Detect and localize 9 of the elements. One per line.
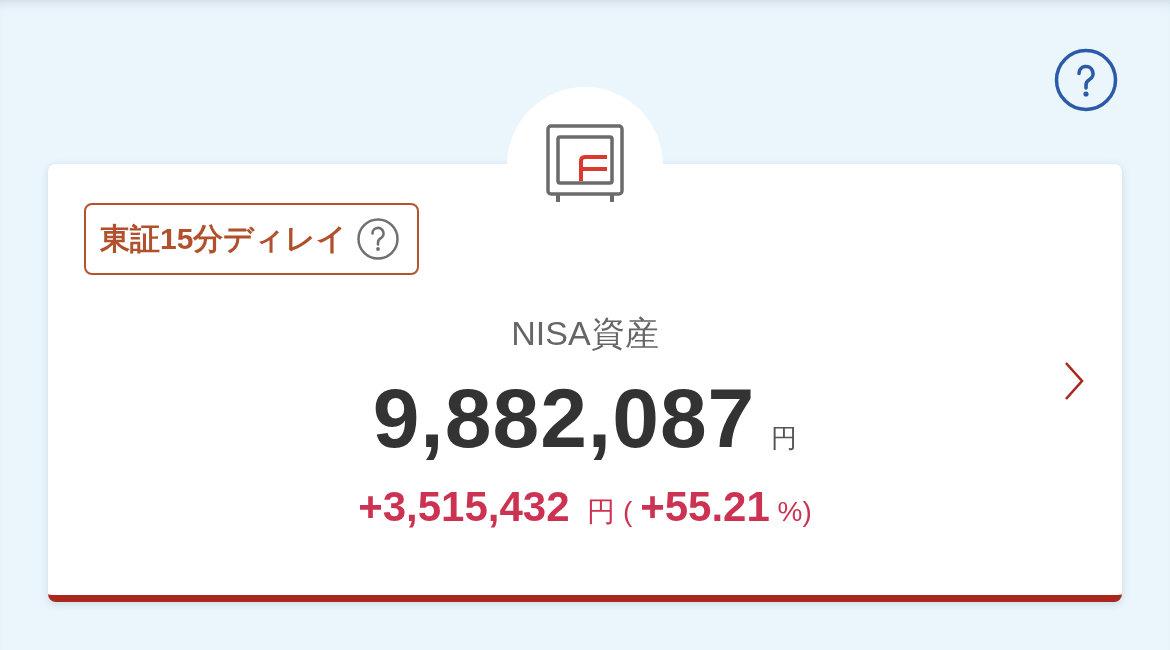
delay-notice-button[interactable]: 東証15分ディレイ xyxy=(84,203,420,275)
chevron-right-icon[interactable] xyxy=(1063,360,1085,401)
help-icon[interactable] xyxy=(1054,48,1118,112)
safe-icon xyxy=(546,124,624,202)
asset-title: NISA資産 xyxy=(511,313,659,353)
help-icon[interactable] xyxy=(357,218,400,260)
change-text: +3,515,432 円 ( +55.21 %) xyxy=(358,483,812,531)
currency-unit: 円 xyxy=(771,422,798,455)
total-amount: 9,882,087 xyxy=(372,375,756,461)
